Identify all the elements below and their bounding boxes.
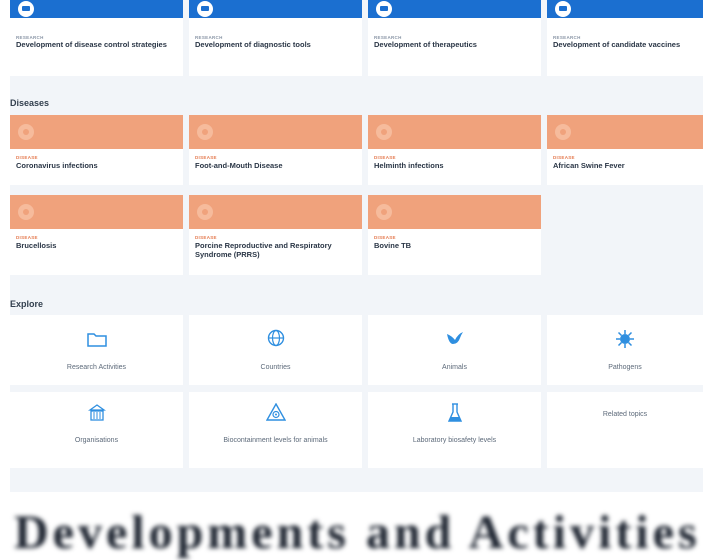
explore-pathogens[interactable]: Pathogens bbox=[547, 315, 703, 385]
card-header bbox=[547, 115, 703, 149]
explore-heading: Explore bbox=[10, 299, 44, 309]
card-header bbox=[547, 0, 703, 18]
explore-label: Biocontainment levels for animals bbox=[223, 437, 328, 444]
card-header bbox=[10, 115, 183, 149]
research-card[interactable]: RESEARCH Development of therapeutics bbox=[368, 0, 541, 76]
globe-icon bbox=[267, 329, 285, 352]
card-header bbox=[189, 195, 362, 229]
card-header bbox=[368, 115, 541, 149]
card-header bbox=[10, 0, 183, 18]
disease-card[interactable]: DISEASE Helminth infections bbox=[368, 115, 541, 185]
disease-icon bbox=[18, 204, 34, 220]
explore-label: Animals bbox=[442, 364, 467, 371]
disease-icon bbox=[555, 124, 571, 140]
explore-organisations[interactable]: Organisations bbox=[10, 392, 183, 468]
explore-label: Organisations bbox=[74, 437, 119, 444]
card-title: Coronavirus infections bbox=[16, 161, 98, 170]
card-title: Helminth infections bbox=[374, 161, 444, 170]
disease-icon bbox=[376, 124, 392, 140]
building-icon bbox=[87, 404, 106, 427]
disease-card[interactable]: DISEASE African Swine Fever bbox=[547, 115, 703, 185]
explore-research-activities[interactable]: Research Activities bbox=[10, 315, 183, 385]
disease-icon bbox=[18, 124, 34, 140]
diseases-heading: Diseases bbox=[10, 98, 50, 108]
disease-icon bbox=[197, 124, 213, 140]
card-header bbox=[368, 195, 541, 229]
card-header bbox=[10, 195, 183, 229]
disease-card[interactable]: DISEASE Brucellosis bbox=[10, 195, 183, 275]
disease-card[interactable]: DISEASE Porcine Reproductive and Respira… bbox=[189, 195, 362, 275]
research-card[interactable]: RESEARCH Development of candidate vaccin… bbox=[547, 0, 703, 76]
research-icon bbox=[555, 1, 571, 17]
explore-label: Laboratory biosafety levels bbox=[412, 437, 497, 444]
explore-label: Related topics bbox=[602, 411, 648, 418]
card-tag: DISEASE bbox=[16, 235, 38, 240]
explore-countries[interactable]: Countries bbox=[189, 315, 362, 385]
research-icon bbox=[18, 1, 34, 17]
bird-icon bbox=[446, 330, 464, 351]
card-header bbox=[189, 0, 362, 18]
folder-icon bbox=[86, 331, 107, 352]
research-icon bbox=[376, 1, 392, 17]
card-header bbox=[189, 115, 362, 149]
disease-card[interactable]: DISEASE Bovine TB bbox=[368, 195, 541, 275]
explore-label: Pathogens bbox=[608, 364, 642, 371]
disease-icon bbox=[197, 204, 213, 220]
research-card[interactable]: RESEARCH Development of diagnostic tools bbox=[189, 0, 362, 76]
card-tag: DISEASE bbox=[374, 235, 396, 240]
card-title: Porcine Reproductive and Respiratory Syn… bbox=[195, 241, 332, 259]
card-title: Foot-and-Mouth Disease bbox=[195, 161, 283, 170]
card-title: Brucellosis bbox=[16, 241, 57, 250]
card-tag: DISEASE bbox=[374, 155, 396, 160]
biohazard-icon bbox=[265, 402, 286, 426]
card-header bbox=[368, 0, 541, 18]
card-tag: DISEASE bbox=[553, 155, 575, 160]
virus-icon bbox=[615, 329, 635, 354]
card-title: Development of disease control strategie… bbox=[16, 40, 167, 49]
disease-card[interactable]: DISEASE Coronavirus infections bbox=[10, 115, 183, 185]
disease-icon bbox=[376, 204, 392, 220]
explore-animals[interactable]: Animals bbox=[368, 315, 541, 385]
research-icon bbox=[197, 1, 213, 17]
explore-label: Countries bbox=[260, 364, 291, 371]
explore-related-topics[interactable]: Related topics bbox=[547, 392, 703, 468]
card-tag: DISEASE bbox=[16, 155, 38, 160]
card-title: Bovine TB bbox=[374, 241, 412, 250]
footer-heading: Developments and Activities bbox=[14, 506, 701, 559]
explore-biocontainment-levels[interactable]: Biocontainment levels for animals bbox=[189, 392, 362, 468]
explore-label: Research Activities bbox=[66, 364, 127, 371]
card-title: Development of diagnostic tools bbox=[195, 40, 311, 49]
flask-icon bbox=[447, 403, 462, 428]
research-card[interactable]: RESEARCH Development of disease control … bbox=[10, 0, 183, 76]
explore-biosafety-levels[interactable]: Laboratory biosafety levels bbox=[368, 392, 541, 468]
disease-card[interactable]: DISEASE Foot-and-Mouth Disease bbox=[189, 115, 362, 185]
card-title: Development of therapeutics bbox=[374, 40, 477, 49]
card-tag: DISEASE bbox=[195, 235, 217, 240]
card-title: Development of candidate vaccines bbox=[553, 40, 681, 49]
card-tag: DISEASE bbox=[195, 155, 217, 160]
card-title: African Swine Fever bbox=[553, 161, 625, 170]
